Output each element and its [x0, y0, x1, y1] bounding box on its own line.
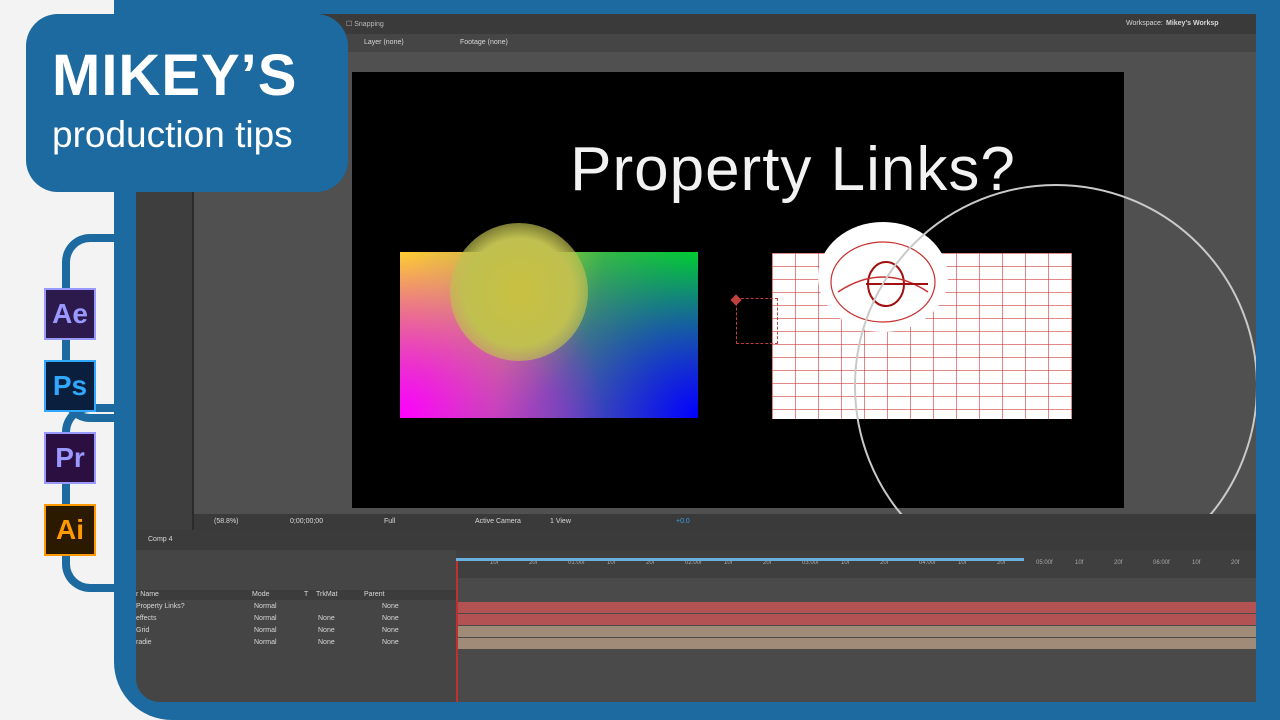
camera-dropdown[interactable]: Active Camera: [475, 518, 521, 525]
layer-list: r Name Mode T TrkMat Parent Property Lin…: [136, 550, 456, 702]
exposure-value[interactable]: +0.0: [676, 518, 690, 525]
layer-bar[interactable]: [458, 626, 1256, 637]
ruler-label: 06:00f: [1153, 560, 1170, 566]
layer-row[interactable]: effects Normal None None: [136, 614, 456, 625]
layer-row[interactable]: Property Links? Normal None: [136, 602, 456, 613]
layer-name: radie: [136, 639, 152, 646]
layer-row[interactable]: Grid Normal None None: [136, 626, 456, 637]
ruler-label: 20f: [1114, 560, 1123, 566]
layer-parent[interactable]: None: [382, 639, 399, 646]
layer-trkmat[interactable]: None: [318, 615, 335, 622]
logo-subtitle: production tips: [52, 114, 293, 155]
gradient-circle: [450, 223, 588, 361]
time-ruler[interactable]: 10f 20f 01:00f 10f 20f 02:00f 10f 20f 03:00f 10f 2…: [456, 550, 1256, 578]
tab-layer[interactable]: Layer (none): [364, 39, 404, 46]
views-dropdown[interactable]: 1 View: [550, 518, 571, 525]
premiere-icon: Pr: [44, 432, 96, 484]
timecode-display[interactable]: 0;00;00;00: [290, 518, 323, 525]
layer-trkmat[interactable]: None: [318, 639, 335, 646]
timeline-header: Comp 4: [136, 530, 1256, 550]
layer-mode[interactable]: Normal: [254, 639, 277, 646]
timeline-tracks[interactable]: 10f 20f 01:00f 10f 20f 02:00f 10f 20f 03:00f 10f 2…: [456, 550, 1256, 702]
col-trkmat: TrkMat: [316, 591, 338, 598]
ruler-label: 05:00f: [1036, 560, 1053, 566]
layer-bar[interactable]: [458, 614, 1256, 625]
workspace-label: Workspace:: [1126, 20, 1163, 27]
viewer-controls: (58.8%) 0;00;00;00 Full Active Camera 1 …: [194, 514, 1256, 530]
work-area-bar[interactable]: [456, 558, 1024, 561]
layer-mode[interactable]: Normal: [254, 627, 277, 634]
col-parent: Parent: [364, 591, 385, 598]
illustrator-icon: Ai: [44, 504, 96, 556]
col-mode: Mode: [252, 591, 270, 598]
layer-name: Property Links?: [136, 603, 185, 610]
layer-trkmat[interactable]: None: [318, 627, 335, 634]
tab-footage[interactable]: Footage (none): [460, 39, 508, 46]
tab-comp[interactable]: Comp 4: [148, 536, 173, 543]
col-name: r Name: [136, 591, 159, 598]
column-headers: r Name Mode T TrkMat Parent: [136, 590, 456, 600]
logo-title: MIKEY’S: [52, 43, 298, 108]
layer-row[interactable]: radie Normal None None: [136, 638, 456, 649]
snapping-toggle[interactable]: ☐ Snapping: [346, 20, 384, 28]
ruler-label: 20f: [1231, 560, 1240, 566]
layer-name: Grid: [136, 627, 150, 634]
workspace-dropdown[interactable]: Mikey's Worksp: [1166, 20, 1219, 27]
layer-name: effects: [136, 615, 157, 622]
snapping-label: Snapping: [354, 21, 384, 28]
resolution-dropdown[interactable]: Full: [384, 518, 395, 525]
layer-bar[interactable]: [458, 638, 1256, 649]
layer-bar[interactable]: [458, 602, 1256, 613]
layer-mode[interactable]: Normal: [254, 615, 277, 622]
anchor-handles[interactable]: [736, 298, 778, 344]
ruler-label: 10f: [1075, 560, 1084, 566]
layer-parent[interactable]: None: [382, 627, 399, 634]
ruler-label: 10f: [1192, 560, 1201, 566]
col-t: T: [304, 591, 309, 598]
layer-parent[interactable]: None: [382, 603, 399, 610]
layer-parent[interactable]: None: [382, 615, 399, 622]
after-effects-icon: Ae: [44, 288, 96, 340]
layer-mode[interactable]: Normal: [254, 603, 277, 610]
zoom-dropdown[interactable]: (58.8%): [214, 518, 239, 525]
channel-logo: MIKEY’S production tips: [26, 14, 348, 192]
photoshop-icon: Ps: [44, 360, 96, 412]
